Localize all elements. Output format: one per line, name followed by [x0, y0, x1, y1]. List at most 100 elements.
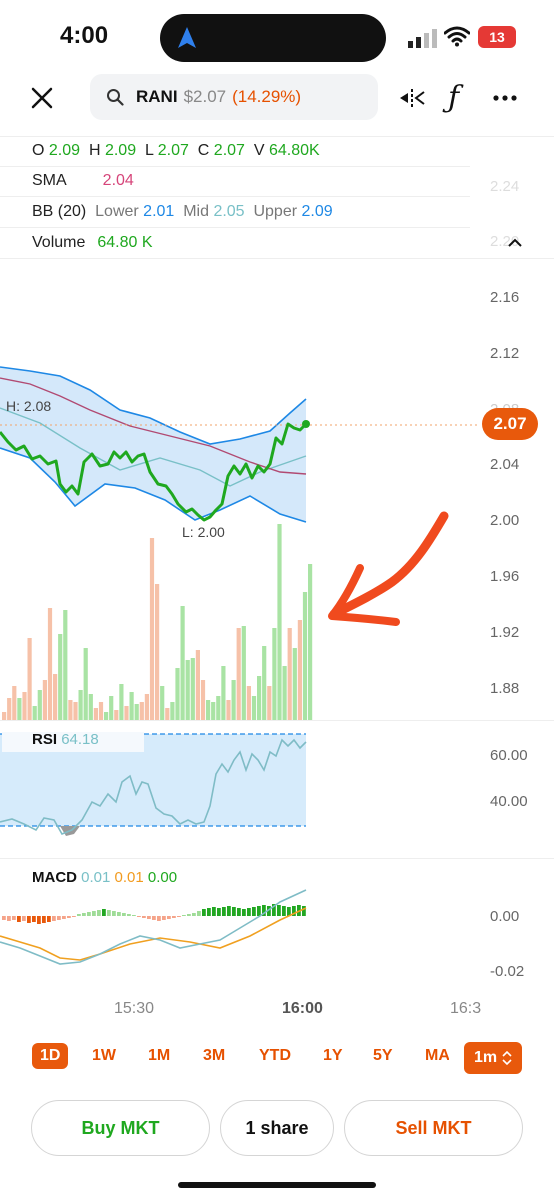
macd-histogram-bar: [237, 908, 241, 916]
high-marker-label: H: 2.08: [6, 398, 52, 414]
price-axis-label: 1.96: [490, 568, 520, 585]
last-price-tag: 2.07: [482, 408, 538, 440]
ticker-change: (14.29%): [232, 87, 302, 106]
bollinger-row[interactable]: BB (20) Lower 2.01 Mid 2.05 Upper 2.09: [32, 203, 333, 221]
macd-histogram-bar: [17, 916, 21, 922]
volume-bar: [27, 638, 32, 720]
indicators-function-icon[interactable]: ƒ: [448, 80, 459, 115]
range-ytd[interactable]: YTD: [259, 1047, 291, 1065]
macd-histogram-bar: [42, 916, 46, 923]
macd-histogram-bar: [92, 911, 96, 916]
macd-histogram-bar: [87, 912, 91, 916]
volume-bar: [267, 686, 272, 720]
volume-bar: [165, 708, 170, 720]
volume-bar: [216, 696, 221, 720]
macd-histogram-bar: [177, 916, 181, 917]
ticker-price: $2.07: [183, 87, 227, 106]
volume-bar: [195, 650, 200, 720]
volume-bar: [246, 686, 251, 720]
macd-histogram-bar: [277, 905, 281, 916]
macd-histogram-bar: [97, 910, 101, 916]
time-axis-label: 16:00: [282, 1000, 323, 1017]
macd-histogram-bar: [192, 913, 196, 916]
macd-histogram-bar: [137, 916, 141, 917]
volume-bar: [104, 712, 109, 720]
macd-histogram-bar: [57, 916, 61, 920]
row-divider: [0, 166, 470, 167]
macd-histogram-bar: [162, 916, 166, 920]
sell-market-button[interactable]: Sell MKT: [344, 1100, 523, 1156]
macd-axis-label: 0.00: [490, 908, 520, 925]
close-icon[interactable]: [30, 86, 54, 110]
volume-bar: [124, 706, 129, 720]
macd-histogram-bar: [77, 914, 81, 916]
macd-histogram-bar: [212, 907, 216, 916]
volume-bar: [7, 698, 12, 720]
volume-bar: [160, 686, 165, 720]
volume-row[interactable]: Volume 64.80 K: [32, 234, 153, 252]
sma-row[interactable]: SMA 2.04: [32, 172, 134, 190]
price-axis-label: 1.92: [490, 624, 520, 641]
volume-bar: [185, 660, 190, 720]
chart-draw-tools-icon[interactable]: [398, 86, 426, 110]
macd-histogram-bar: [187, 914, 191, 916]
macd-histogram-bar: [152, 916, 156, 920]
cellular-signal-icon: [408, 29, 437, 48]
ohlcv-row: O 2.09 H 2.09 L 2.07 C 2.07 V 64.80K: [32, 142, 320, 159]
range-3m[interactable]: 3M: [203, 1047, 225, 1065]
macd-histogram: [2, 904, 306, 924]
macd-histogram-bar: [182, 915, 186, 916]
volume-bar: [2, 712, 7, 720]
volume-bar: [88, 694, 93, 720]
range-5y[interactable]: 5Y: [373, 1047, 393, 1065]
volume-bar: [292, 648, 297, 720]
collapse-chevron-icon[interactable]: [506, 236, 524, 250]
volume-bar: [17, 698, 22, 720]
macd-histogram-bar: [222, 907, 226, 916]
range-1d[interactable]: 1D: [32, 1043, 69, 1069]
volume-bars: [2, 524, 313, 720]
volume-bar: [155, 584, 160, 720]
volume-bar: [257, 676, 262, 720]
macd-histogram-bar: [172, 916, 176, 918]
more-options-icon[interactable]: [492, 94, 518, 102]
macd-histogram-bar: [167, 916, 171, 919]
range-1y[interactable]: 1Y: [323, 1047, 343, 1065]
volume-bar: [93, 708, 98, 720]
search-icon: [107, 89, 124, 106]
macd-histogram-bar: [227, 906, 231, 916]
volume-bar: [32, 706, 37, 720]
volume-bar: [149, 538, 155, 720]
macd-histogram-bar: [247, 908, 251, 916]
range-1m[interactable]: 1M: [148, 1047, 170, 1065]
volume-bar: [190, 658, 195, 720]
macd-histogram-bar: [32, 916, 36, 922]
volume-bar: [129, 692, 134, 720]
price-chart[interactable]: [0, 258, 480, 720]
volume-bar: [206, 700, 211, 720]
price-axis-label: 2.00: [490, 512, 520, 529]
header-divider: [0, 136, 554, 137]
volume-bar: [42, 680, 47, 720]
volume-bar: [134, 704, 139, 720]
volume-bar: [139, 702, 144, 720]
low-marker-label: L: 2.00: [182, 524, 225, 540]
macd-chart[interactable]: [0, 880, 480, 990]
volume-bar: [78, 690, 83, 720]
range-1w[interactable]: 1W: [92, 1047, 116, 1065]
volume-bar: [287, 628, 292, 720]
buy-market-button[interactable]: Buy MKT: [31, 1100, 210, 1156]
dynamic-island: [160, 14, 386, 62]
macd-histogram-bar: [252, 907, 256, 916]
macd-histogram-bar: [217, 908, 221, 916]
range-max[interactable]: MA: [425, 1047, 449, 1065]
volume-bar: [53, 674, 58, 720]
interval-selector[interactable]: 1m: [464, 1042, 522, 1074]
quantity-button[interactable]: 1 share: [220, 1100, 334, 1156]
volume-bar: [302, 592, 308, 720]
volume-bar: [262, 646, 267, 720]
ticker-symbol: RANI: [136, 87, 178, 106]
symbol-search-bar[interactable]: RANI $2.07 (14.29%): [90, 74, 378, 120]
price-axis-label: 2.24: [490, 178, 520, 195]
rsi-label: RSI 64.18: [32, 731, 99, 748]
